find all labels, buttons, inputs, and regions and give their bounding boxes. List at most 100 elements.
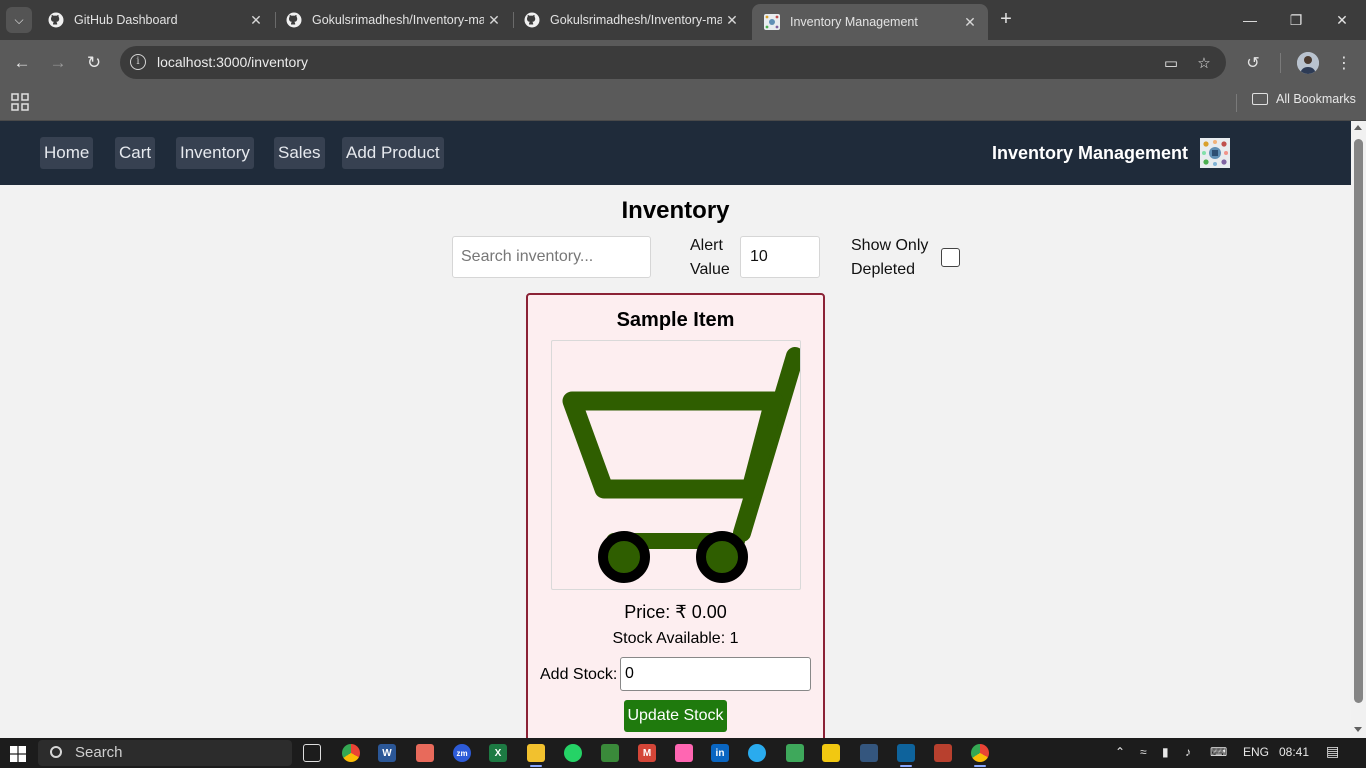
linkedin-icon[interactable]: in — [711, 744, 729, 762]
show-only-depleted-checkbox[interactable] — [941, 248, 960, 267]
app-brand-title: Inventory Management — [992, 143, 1189, 163]
page-scrollbar[interactable] — [1351, 121, 1366, 738]
github-icon — [48, 12, 64, 28]
back-button[interactable]: ← — [9, 50, 35, 76]
search-input[interactable] — [452, 236, 651, 278]
item-price: Price: ₹ 0.00 — [624, 602, 727, 622]
close-icon[interactable]: ✕ — [722, 12, 742, 29]
excel-icon[interactable]: X — [489, 744, 507, 762]
item-stock-available: Stock Available: 1 — [612, 630, 739, 647]
item-title: Sample Item — [616, 309, 735, 331]
url-text: localhost:3000/inventory — [157, 54, 308, 70]
file-explorer-icon[interactable] — [527, 744, 545, 762]
browser-tab[interactable]: GitHub Dashboard ✕ — [36, 0, 274, 40]
scrollbar-thumb[interactable] — [1354, 139, 1363, 703]
close-icon[interactable]: ✕ — [246, 12, 266, 29]
close-icon[interactable]: ✕ — [484, 12, 504, 29]
nav-link-home[interactable]: Home — [40, 137, 94, 169]
scroll-down-arrow-icon[interactable] — [1354, 727, 1362, 732]
word-icon[interactable]: W — [378, 744, 396, 762]
clock[interactable]: 08:41 — [1279, 745, 1309, 759]
address-bar[interactable]: i localhost:3000/inventory ▭ ☆ — [120, 46, 1226, 79]
battery-icon[interactable]: ▮ — [1162, 745, 1169, 759]
tab-title: Inventory Management — [790, 15, 918, 29]
toolbar-divider — [1280, 53, 1281, 73]
chrome-active-icon[interactable] — [971, 744, 989, 762]
browser-tab-active[interactable]: Inventory Management ✕ — [752, 4, 988, 40]
site-info-icon[interactable]: i — [130, 54, 146, 70]
nav-link-inventory[interactable]: Inventory — [176, 137, 254, 169]
all-bookmarks-label: All Bookmarks — [1276, 92, 1356, 106]
wifi-icon[interactable]: ≈ — [1140, 745, 1147, 759]
web-page: Home Cart Inventory Sales Add Product In… — [0, 121, 1351, 738]
minimize-button[interactable]: — — [1227, 0, 1273, 40]
notifications-icon[interactable]: ▤ — [1326, 743, 1339, 760]
nav-link-add-product[interactable]: Add Product — [342, 137, 444, 169]
zoom-icon[interactable]: zm — [453, 744, 471, 762]
alert-value-input[interactable] — [740, 236, 820, 278]
tab-search-button[interactable]: ⌵ — [6, 7, 32, 33]
folder-icon — [1252, 93, 1268, 105]
vscode-icon[interactable] — [897, 744, 915, 762]
tray-chevron-up-icon[interactable]: ⌃ — [1115, 745, 1125, 759]
telegram-icon[interactable] — [748, 744, 766, 762]
search-icon — [50, 746, 62, 758]
add-stock-input[interactable] — [620, 657, 811, 691]
alert-value-label: Alert Value — [690, 237, 730, 278]
app-navbar: Home Cart Inventory Sales Add Product In… — [0, 121, 1351, 185]
arrow-right-icon: → — [49, 53, 67, 72]
update-stock-button[interactable]: Update Stock — [624, 700, 727, 732]
person-icon — [1297, 52, 1319, 74]
windows-start-icon[interactable] — [10, 746, 26, 762]
power-bi-icon[interactable] — [822, 744, 840, 762]
sql-app-icon[interactable] — [860, 744, 878, 762]
volume-icon[interactable]: ♪ — [1185, 745, 1191, 759]
bookmark-star-icon[interactable]: ☆ — [1193, 52, 1215, 74]
all-bookmarks-button[interactable]: All Bookmarks — [1252, 92, 1356, 106]
history-button[interactable]: ↺ — [1240, 50, 1266, 76]
powerpoint-icon[interactable] — [934, 744, 952, 762]
new-tab-button[interactable]: + — [994, 8, 1018, 32]
close-icon: ✕ — [1336, 11, 1348, 28]
browser-tab[interactable]: Gokulsrimadhesh/Inventory-ma ✕ — [274, 0, 512, 40]
keyboard-icon[interactable]: ⌨ — [1210, 745, 1227, 759]
apps-grid-icon[interactable] — [11, 93, 29, 111]
taskbar-search-box[interactable]: Search — [38, 740, 292, 766]
app-logo-icon — [1200, 138, 1230, 168]
window-close-button[interactable]: ✕ — [1319, 0, 1365, 40]
reload-button[interactable]: ↻ — [81, 50, 107, 76]
tab-title: GitHub Dashboard — [74, 13, 178, 27]
nav-link-cart[interactable]: Cart — [115, 137, 156, 169]
restore-icon: ❐ — [1289, 11, 1303, 28]
media-app-icon[interactable] — [675, 744, 693, 762]
meet-icon[interactable] — [601, 744, 619, 762]
scroll-up-arrow-icon[interactable] — [1354, 125, 1362, 130]
restore-button[interactable]: ❐ — [1273, 0, 1319, 40]
taskbar-search-label: Search — [75, 744, 123, 761]
profile-avatar[interactable] — [1297, 52, 1319, 74]
show-only-depleted-label: Show Only Depleted — [851, 237, 929, 278]
running-indicator — [974, 765, 986, 767]
install-app-icon[interactable]: ▭ — [1160, 52, 1182, 74]
language-indicator[interactable]: ENG — [1243, 745, 1269, 759]
task-view-icon[interactable] — [303, 744, 321, 762]
gmail-icon[interactable]: M — [638, 744, 656, 762]
menu-button[interactable]: ⋮ — [1331, 50, 1357, 76]
page-title: Inventory — [621, 197, 730, 224]
bookmarks-bar: All Bookmarks — [0, 85, 1366, 121]
whatsapp-icon[interactable] — [564, 744, 582, 762]
bookmarks-divider — [1236, 94, 1237, 112]
minimize-icon: — — [1243, 12, 1257, 28]
shopping-cart-icon — [562, 347, 800, 583]
item-image — [551, 340, 801, 590]
chrome-icon[interactable] — [342, 744, 360, 762]
windows-taskbar: Search W zm X M in ⌃ ≈ ▮ ♪ ⌨ ENG 08:41 ▤ — [0, 738, 1366, 768]
browser-tab[interactable]: Gokulsrimadhesh/Inventory-ma ✕ — [512, 0, 750, 40]
arrow-left-icon: ← — [13, 53, 31, 72]
forward-button[interactable]: → — [45, 50, 71, 76]
nav-link-sales[interactable]: Sales — [274, 137, 325, 169]
close-icon[interactable]: ✕ — [960, 14, 980, 31]
add-stock-label: Add Stock: — [540, 666, 618, 683]
photos-icon[interactable] — [416, 744, 434, 762]
vscode-insiders-icon[interactable] — [786, 744, 804, 762]
